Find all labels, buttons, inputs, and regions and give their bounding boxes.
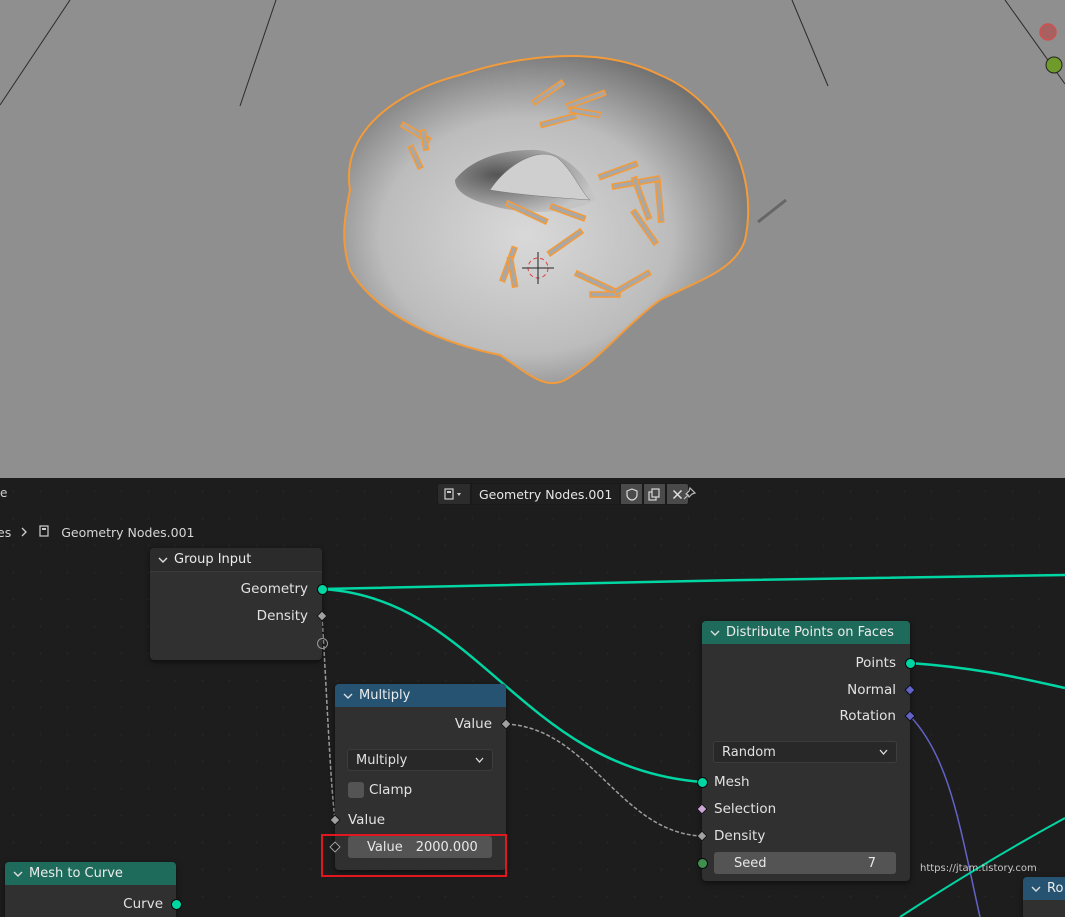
seed-label: Seed bbox=[734, 855, 767, 871]
node-tree-name-field[interactable]: Geometry Nodes.001 bbox=[471, 483, 621, 505]
distribute-points-header[interactable]: Distribute Points on Faces bbox=[702, 621, 910, 644]
seed-field[interactable]: Seed 7 bbox=[714, 852, 896, 874]
geometry-output-label: Geometry bbox=[240, 581, 308, 597]
grid-line bbox=[239, 0, 277, 107]
pin-button[interactable] bbox=[680, 485, 698, 503]
gizmo-y-axis bbox=[1045, 56, 1063, 74]
highlight-box bbox=[321, 834, 507, 877]
node-tree-icon bbox=[444, 488, 461, 500]
shield-icon bbox=[626, 487, 638, 501]
value-output-label: Value bbox=[454, 716, 492, 732]
fake-user-button[interactable] bbox=[620, 483, 644, 505]
3d-viewport[interactable] bbox=[0, 0, 1065, 478]
seed-value: 7 bbox=[867, 855, 876, 871]
grid-line bbox=[791, 0, 829, 87]
editor-mode-label: e bbox=[0, 486, 8, 500]
empty-output-socket[interactable] bbox=[317, 638, 328, 649]
selection-input-label: Selection bbox=[714, 801, 777, 817]
breadcrumb: es Geometry Nodes.001 bbox=[0, 524, 194, 541]
operation-dropdown[interactable]: Multiply bbox=[347, 749, 493, 771]
mesh-to-curve-node[interactable]: Mesh to Curve Curve bbox=[5, 862, 176, 917]
rotate-node-header[interactable]: Ro bbox=[1023, 877, 1065, 900]
mesh-input-label: Mesh bbox=[714, 774, 750, 790]
duplicate-button[interactable] bbox=[643, 483, 667, 505]
mesh-to-curve-header[interactable]: Mesh to Curve bbox=[5, 862, 176, 885]
node-tree-type-dropdown[interactable] bbox=[437, 483, 471, 505]
breadcrumb-parent: es bbox=[0, 525, 12, 540]
chevron-down-icon[interactable] bbox=[708, 629, 722, 637]
node-title: Mesh to Curve bbox=[29, 866, 123, 881]
operation-value: Multiply bbox=[356, 752, 408, 768]
density-input-label: Density bbox=[714, 828, 766, 844]
group-input-node[interactable]: Group Input Geometry Density bbox=[150, 548, 322, 660]
pin-icon bbox=[683, 486, 697, 500]
group-input-header[interactable]: Group Input bbox=[150, 548, 322, 572]
distribute-mode-dropdown[interactable]: Random bbox=[713, 741, 897, 763]
curve-output-label: Curve bbox=[123, 896, 163, 912]
node-title: Ro bbox=[1047, 881, 1064, 896]
mesh-input-socket[interactable] bbox=[697, 777, 708, 788]
node-editor[interactable]: e Geometry Nodes.001 es Geometry Nodes.0… bbox=[0, 478, 1065, 917]
density-output-label: Density bbox=[256, 608, 308, 624]
watermark: https://jtam.tistory.com bbox=[920, 863, 1037, 874]
multiply-header[interactable]: Multiply bbox=[335, 684, 506, 707]
node-title: Group Input bbox=[174, 552, 252, 567]
chevron-down-icon[interactable] bbox=[156, 556, 170, 564]
node-title: Multiply bbox=[359, 688, 411, 703]
geometry-output-socket[interactable] bbox=[317, 584, 328, 595]
grid-line bbox=[0, 0, 71, 106]
points-output-label: Points bbox=[855, 655, 896, 671]
value-input-label: Value bbox=[348, 812, 386, 828]
clamp-checkbox[interactable] bbox=[348, 782, 364, 798]
duplicate-icon bbox=[648, 487, 660, 501]
viewport-scene bbox=[0, 0, 1065, 385]
curve-output-socket[interactable] bbox=[171, 899, 182, 910]
distribute-points-node[interactable]: Distribute Points on Faces Points Normal… bbox=[702, 621, 910, 881]
rotate-node-partial[interactable]: Ro bbox=[1023, 877, 1065, 917]
node-title: Distribute Points on Faces bbox=[726, 625, 894, 640]
chevron-down-icon bbox=[879, 745, 888, 760]
seed-input-socket[interactable] bbox=[697, 858, 708, 869]
points-output-socket[interactable] bbox=[905, 658, 916, 669]
chevron-down-icon[interactable] bbox=[11, 870, 25, 878]
node-tree-selector[interactable]: Geometry Nodes.001 bbox=[437, 483, 690, 505]
normal-output-label: Normal bbox=[847, 682, 896, 698]
chevron-down-icon[interactable] bbox=[1029, 885, 1043, 893]
chevron-right-icon bbox=[19, 525, 29, 540]
chevron-down-icon bbox=[475, 753, 484, 768]
chevron-down-icon[interactable] bbox=[341, 692, 355, 700]
breadcrumb-current: Geometry Nodes.001 bbox=[61, 525, 195, 540]
rotation-output-label: Rotation bbox=[839, 708, 896, 724]
gizmo-x-axis bbox=[1039, 23, 1057, 41]
node-tree-icon bbox=[37, 524, 53, 541]
clamp-label: Clamp bbox=[369, 782, 413, 798]
distribute-mode-value: Random bbox=[722, 744, 776, 760]
light-object bbox=[757, 198, 787, 224]
